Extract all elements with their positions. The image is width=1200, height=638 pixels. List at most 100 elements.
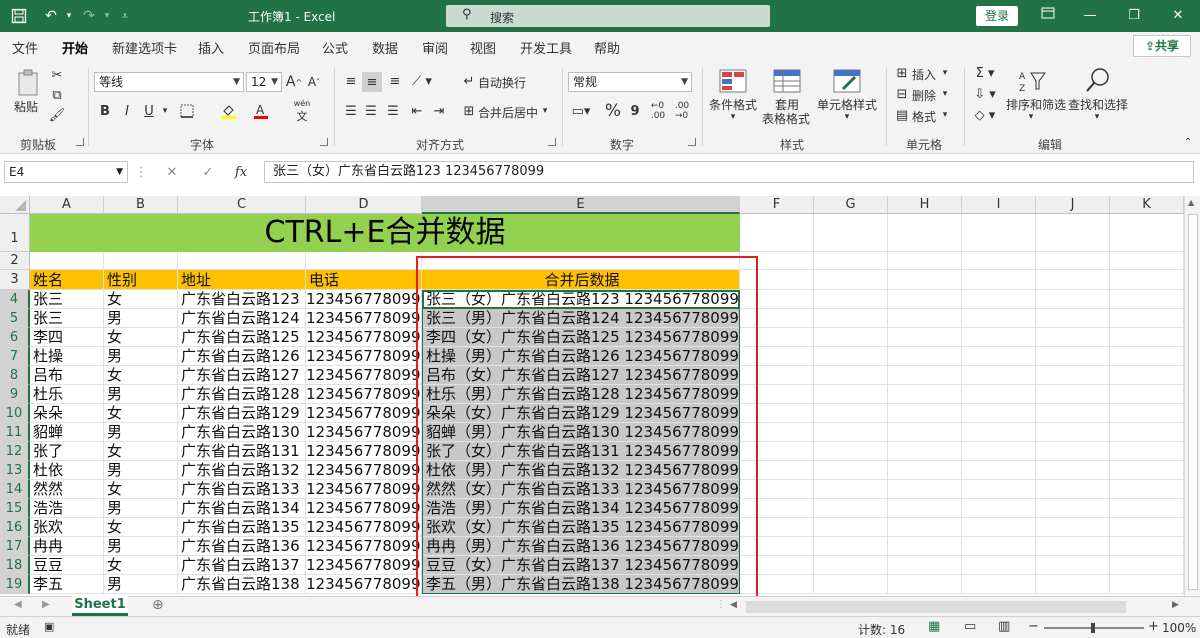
number-launcher-icon[interactable]: [688, 138, 696, 146]
decrease-decimal-icon[interactable]: .00 →0: [672, 101, 692, 121]
grid-cell[interactable]: [814, 461, 888, 480]
data-cell[interactable]: 广东省白云路127: [178, 366, 306, 385]
tab-home[interactable]: 开始: [62, 38, 89, 63]
grid-cell[interactable]: [962, 366, 1036, 385]
paste-label[interactable]: 粘贴: [14, 98, 38, 115]
data-cell[interactable]: 女: [104, 556, 178, 575]
format-as-table-icon[interactable]: [772, 68, 802, 94]
row-header[interactable]: 13: [0, 461, 30, 480]
row-header[interactable]: 8: [0, 366, 30, 385]
scroll-right-icon[interactable]: ▶: [1172, 600, 1179, 610]
row-header[interactable]: 5: [0, 309, 30, 328]
grid-cell[interactable]: [814, 423, 888, 442]
row-header[interactable]: 17: [0, 537, 30, 556]
ribbon-display-options-icon[interactable]: [1034, 6, 1062, 26]
grid-cell[interactable]: [888, 252, 962, 270]
minimize-icon[interactable]: —: [1076, 6, 1104, 26]
grid-cell[interactable]: [814, 556, 888, 575]
format-cells-button[interactable]: 格式: [912, 108, 936, 125]
grid-cell[interactable]: [1036, 214, 1110, 252]
tab-file[interactable]: 文件: [12, 38, 38, 57]
tab-review[interactable]: 审阅: [422, 38, 448, 57]
save-icon[interactable]: [8, 5, 30, 27]
data-cell[interactable]: 广东省白云路133: [178, 480, 306, 499]
data-cell[interactable]: 男: [104, 575, 178, 594]
tab-formulas[interactable]: 公式: [322, 38, 348, 57]
grid-cell[interactable]: [1036, 404, 1110, 423]
align-left-icon[interactable]: ☰: [342, 102, 360, 120]
chevron-down-icon[interactable]: ▾: [1092, 112, 1102, 122]
currency-icon[interactable]: ▭▾: [570, 102, 592, 120]
delete-cells-icon[interactable]: ⊟: [894, 87, 910, 102]
grid-cell[interactable]: [1110, 537, 1184, 556]
row-header[interactable]: 11: [0, 423, 30, 442]
grid-cell[interactable]: [1036, 252, 1110, 270]
grid-cell[interactable]: [814, 480, 888, 499]
wrap-text-icon[interactable]: ↵: [460, 72, 478, 90]
grid-cell[interactable]: [740, 214, 814, 252]
page-break-view-icon[interactable]: ▥: [998, 619, 1010, 634]
grid-cell[interactable]: [1036, 270, 1110, 290]
autosum-icon[interactable]: Σ ▾: [972, 66, 998, 81]
font-size-select[interactable]: 12 ▼: [246, 72, 282, 92]
header-cell[interactable]: 性别: [104, 270, 178, 290]
tab-insert[interactable]: 插入: [198, 38, 224, 57]
grid-cell[interactable]: [962, 575, 1036, 594]
find-select-button[interactable]: 查找和选择: [1066, 96, 1130, 113]
grid-cell[interactable]: [888, 270, 962, 290]
vertical-scroll-thumb[interactable]: [1188, 214, 1198, 590]
row-header[interactable]: 9: [0, 385, 30, 404]
data-cell[interactable]: 吕布: [30, 366, 104, 385]
grid-cell[interactable]: [1036, 309, 1110, 328]
data-cell[interactable]: 123456778099: [306, 442, 422, 461]
scroll-sheets-right-icon[interactable]: ▶: [42, 599, 50, 610]
orientation-icon[interactable]: ⟋ ▾: [410, 72, 434, 90]
cancel-icon[interactable]: ✕: [164, 164, 180, 180]
data-cell[interactable]: 李四: [30, 328, 104, 347]
data-cell[interactable]: 123456778099: [306, 347, 422, 366]
sort-filter-icon[interactable]: AZ: [1016, 68, 1048, 94]
format-cells-icon[interactable]: ▤: [894, 108, 910, 123]
grid-cell[interactable]: [814, 290, 888, 309]
grid-cell[interactable]: [962, 537, 1036, 556]
data-cell[interactable]: 张了: [30, 442, 104, 461]
wrap-text-button[interactable]: 自动换行: [478, 74, 526, 91]
conditional-format-icon[interactable]: [718, 68, 748, 94]
column-header[interactable]: A: [30, 196, 104, 214]
copy-icon[interactable]: ⧉: [50, 88, 64, 103]
zoom-in-icon[interactable]: +: [1148, 619, 1159, 634]
grid-cell[interactable]: [1036, 347, 1110, 366]
sort-filter-button[interactable]: 排序和筛选: [1004, 96, 1068, 113]
clipboard-launcher-icon[interactable]: [76, 138, 84, 146]
grid-cell[interactable]: [1110, 366, 1184, 385]
format-as-table-line2[interactable]: 表格格式: [756, 110, 816, 127]
grid-cell[interactable]: [888, 366, 962, 385]
select-all-corner[interactable]: [0, 196, 30, 214]
tab-view[interactable]: 视图: [470, 38, 496, 57]
data-cell[interactable]: 123456778099: [306, 423, 422, 442]
grid-cell[interactable]: [888, 575, 962, 594]
data-cell[interactable]: 张三: [30, 309, 104, 328]
chevron-down-icon[interactable]: ▾: [160, 102, 170, 120]
search-box[interactable]: ⚲ 搜索: [446, 5, 770, 27]
grid-cell[interactable]: [888, 290, 962, 309]
merge-center-icon[interactable]: ⊞: [460, 102, 478, 120]
grid-cell[interactable]: [1110, 347, 1184, 366]
name-box[interactable]: E4 ▼: [4, 161, 128, 183]
find-select-icon[interactable]: [1082, 66, 1114, 94]
row-header[interactable]: 15: [0, 499, 30, 518]
row-header[interactable]: 2: [0, 252, 30, 270]
add-sheet-icon[interactable]: ⊕: [152, 597, 164, 613]
grid-cell[interactable]: [888, 309, 962, 328]
grid-cell[interactable]: [962, 480, 1036, 499]
grid-cell[interactable]: [962, 461, 1036, 480]
grid-cell[interactable]: [1110, 575, 1184, 594]
grid-cell[interactable]: [1110, 461, 1184, 480]
grid-cell[interactable]: [814, 347, 888, 366]
grid-cell[interactable]: [888, 518, 962, 537]
column-header[interactable]: I: [962, 196, 1036, 214]
align-center-icon[interactable]: ☰: [362, 102, 380, 120]
format-painter-icon[interactable]: 🖌: [49, 108, 66, 123]
grid-cell[interactable]: [962, 347, 1036, 366]
fill-icon[interactable]: ⇩ ▾: [972, 87, 998, 102]
